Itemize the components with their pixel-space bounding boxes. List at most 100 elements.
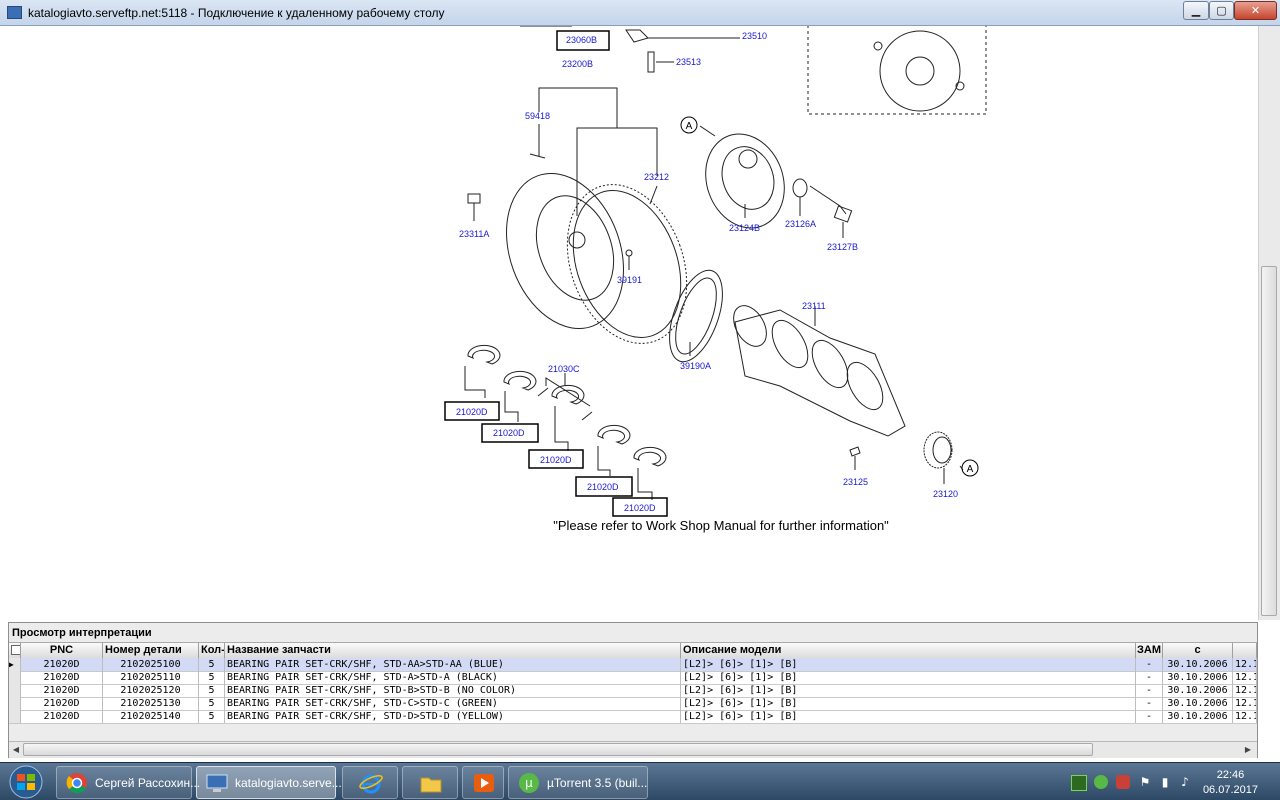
taskbar-item-remote-desktop[interactable]: katalogiavto.serve... (196, 766, 342, 799)
cell-from: 30.10.2006 (1163, 710, 1233, 723)
part-label-23510[interactable]: 23510 (742, 31, 767, 41)
cell-model: [L2]> [6]> [1]> [B] (681, 671, 1136, 684)
part-label-21020d-5[interactable]: 21020D (624, 503, 656, 513)
cell-to: 12.1 (1235, 710, 1257, 723)
part-label-21020d-1[interactable]: 21020D (456, 407, 488, 417)
column-to[interactable] (1233, 643, 1257, 658)
part-label-23126a[interactable]: 23126A (785, 219, 816, 229)
part-label-59418[interactable]: 59418 (525, 111, 550, 121)
column-part-number[interactable]: Номер детали (103, 643, 199, 658)
table-row[interactable]: 21020D 2102025140 5 BEARING PAIR SET-CRK/SH… (9, 710, 1257, 724)
part-label-21030c[interactable]: 21030C (548, 364, 580, 374)
window-title: katalogiavto.serveftp.net:5118 - Подключ… (28, 6, 445, 20)
flag-tray-icon[interactable]: ⚑ (1138, 775, 1152, 789)
part-label-23212[interactable]: 23212 (644, 172, 669, 182)
horizontal-scroll-thumb[interactable] (23, 743, 1093, 756)
table-row[interactable]: ▶ 21020D 2102025100 5 BEARING PAIR SET-CRK/S… (9, 658, 1257, 672)
scroll-left-arrow[interactable]: ◀ (9, 742, 23, 757)
network-tray-icon[interactable]: ▮ (1158, 775, 1172, 789)
taskbar-item-explorer[interactable] (402, 766, 458, 799)
part-label-21020d-2[interactable]: 21020D (493, 428, 525, 438)
volume-tray-icon[interactable]: ♪ (1178, 775, 1192, 789)
media-player-icon (474, 774, 494, 792)
cell-pnc: 21020D (21, 697, 103, 710)
grid-header: PNC Номер детали Кол- Название запчасти … (9, 642, 1257, 659)
row-indicator[interactable] (9, 671, 21, 684)
window-titlebar[interactable]: katalogiavto.serveftp.net:5118 - Подключ… (0, 0, 1280, 26)
windows-logo-icon (9, 765, 43, 799)
grid-body: ▶ 21020D 2102025100 5 BEARING PAIR SET-CRK/S… (9, 658, 1257, 724)
app-tray-icon[interactable] (1116, 775, 1130, 789)
cell-name: BEARING PAIR SET-CRK/SHF, STD-AA>STD-AA … (225, 658, 681, 671)
part-label-23200b[interactable]: 23200B (562, 59, 593, 69)
cell-qty: 5 (199, 697, 225, 710)
cell-pnc: 21020D (21, 658, 103, 671)
taskbar-item-label: µTorrent 3.5 (buil... (547, 776, 648, 790)
cell-name: BEARING PAIR SET-CRK/SHF, STD-A>STD-A (B… (225, 671, 681, 684)
taskbar-item-label: Сергей Рассохин... (95, 776, 201, 790)
cell-pnc: 21020D (21, 671, 103, 684)
part-label-23127b[interactable]: 23127B (827, 242, 858, 252)
remote-desktop-icon (7, 6, 22, 19)
cell-zam: - (1136, 671, 1163, 684)
folder-icon (420, 777, 442, 793)
row-indicator[interactable] (9, 684, 21, 697)
taskbar-item-utorrent[interactable]: µ µTorrent 3.5 (buil... (508, 766, 648, 799)
close-button[interactable]: ✕ (1234, 1, 1277, 20)
minimize-button[interactable]: ▁ (1183, 1, 1209, 20)
taskbar-item-media-player[interactable] (462, 766, 504, 799)
cell-part: 2102025130 (103, 697, 199, 710)
system-clock[interactable]: 22:46 06.07.2017 (1203, 768, 1258, 798)
column-from[interactable]: c (1163, 643, 1233, 658)
taskbar-item-label: katalogiavto.serve... (235, 776, 342, 790)
utorrent-tray-icon[interactable] (1094, 775, 1108, 789)
cell-model: [L2]> [6]> [1]> [B] (681, 710, 1136, 723)
part-label-23513[interactable]: 23513 (676, 57, 701, 67)
column-replacement[interactable]: ЗАМ (1136, 643, 1163, 658)
cell-qty: 5 (199, 671, 225, 684)
column-model-description[interactable]: Описание модели (681, 643, 1136, 658)
table-row[interactable]: 21020D 2102025120 5 BEARING PAIR SET-CRK/SH… (9, 684, 1257, 698)
part-label-39191[interactable]: 39191 (617, 275, 642, 285)
nvidia-tray-icon[interactable] (1071, 775, 1087, 791)
cell-to: 12.1 (1235, 658, 1257, 671)
cell-part: 2102025100 (103, 658, 199, 671)
part-label-23124b[interactable]: 23124B (729, 223, 760, 233)
row-indicator[interactable] (9, 710, 21, 723)
cell-model: [L2]> [6]> [1]> [B] (681, 658, 1136, 671)
cell-zam: - (1136, 684, 1163, 697)
table-row[interactable]: 21020D 2102025130 5 BEARING PAIR SET-CRK/SH… (9, 697, 1257, 711)
maximize-button[interactable]: ▢ (1209, 1, 1234, 20)
cell-part: 2102025140 (103, 710, 199, 723)
utorrent-icon: µ (519, 773, 539, 793)
part-label-23120[interactable]: 23120 (933, 489, 958, 499)
panel-title: Просмотр интерпретации (12, 627, 152, 639)
cell-from: 30.10.2006 (1163, 671, 1233, 684)
part-label-39190a[interactable]: 39190A (680, 361, 711, 371)
part-label-21020d-4[interactable]: 21020D (587, 482, 619, 492)
row-indicator[interactable] (9, 697, 21, 710)
select-all-checkbox[interactable] (9, 643, 21, 658)
part-label-23125[interactable]: 23125 (843, 477, 868, 487)
part-label-23311a[interactable]: 23311A (459, 229, 489, 239)
scrollbar-thumb[interactable] (1261, 266, 1277, 616)
ref-letter-a-2: A (967, 464, 974, 475)
diagram-vertical-scrollbar[interactable] (1258, 26, 1280, 620)
cell-name: BEARING PAIR SET-CRK/SHF, STD-C>STD-C (G… (225, 697, 681, 710)
part-label-21020d-3[interactable]: 21020D (540, 455, 572, 465)
part-label-23060b[interactable]: 23060B (566, 35, 597, 45)
taskbar-item-chrome[interactable]: Сергей Рассохин... (56, 766, 200, 799)
cell-to: 12.1 (1235, 684, 1257, 697)
column-pnc[interactable]: PNC (21, 643, 103, 658)
part-label-23111[interactable]: 23111 (802, 301, 826, 311)
column-qty[interactable]: Кол- (199, 643, 225, 658)
taskbar-item-internet-explorer[interactable] (342, 766, 398, 799)
row-indicator[interactable]: ▶ (9, 658, 21, 671)
start-button[interactable] (2, 764, 50, 800)
table-row[interactable]: 21020D 2102025110 5 BEARING PAIR SET-CRK/SH… (9, 671, 1257, 685)
scroll-right-arrow[interactable]: ▶ (1241, 742, 1255, 757)
grid-horizontal-scrollbar[interactable]: ◀ ▶ (9, 741, 1257, 758)
parts-diagram: 23060B 23510 23513 23200B 59418 23212 23… (0, 26, 1258, 620)
column-part-name[interactable]: Название запчасти (225, 643, 681, 658)
workshop-manual-note: "Please refer to Work Shop Manual for fu… (553, 518, 889, 533)
